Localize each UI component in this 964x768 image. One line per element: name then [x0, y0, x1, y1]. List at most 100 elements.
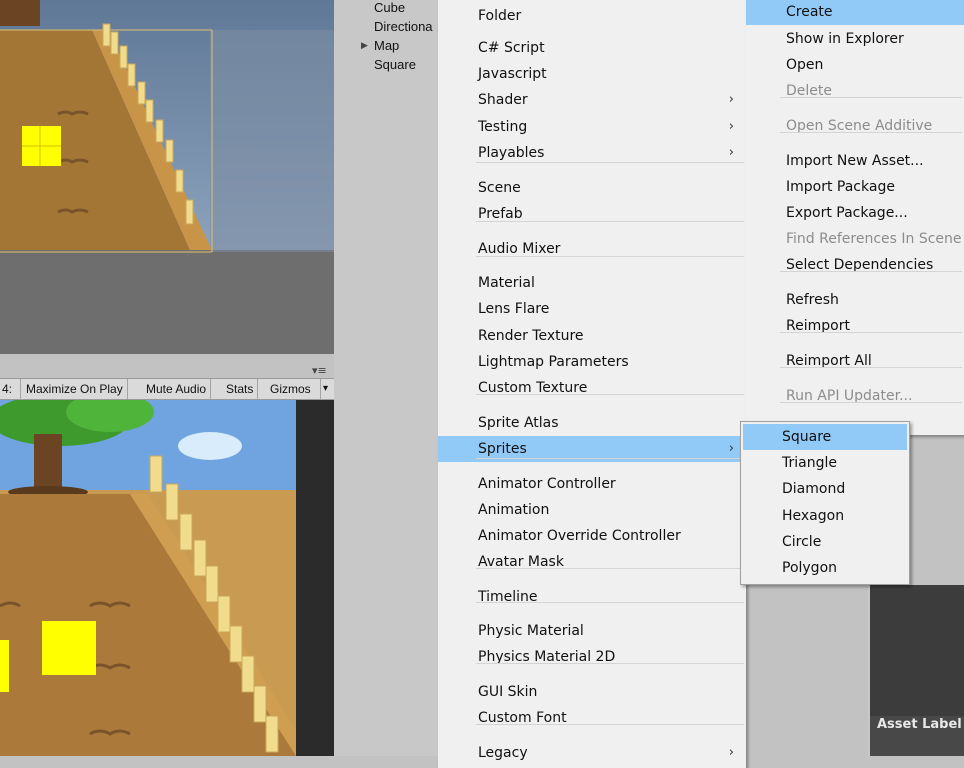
menu-item-lightmap-parameters[interactable]: Lightmap Parameters: [438, 349, 746, 375]
triangle-right-icon[interactable]: ▶: [361, 41, 368, 51]
context-item-refresh[interactable]: Refresh: [746, 287, 964, 313]
menu-item-label: Custom Font: [478, 710, 567, 726]
menu-item-custom-texture[interactable]: Custom Texture: [438, 375, 746, 401]
gizmos-dropdown-icon[interactable]: ▾: [320, 379, 330, 399]
menu-separator: [476, 724, 744, 725]
context-item-reimport[interactable]: Reimport: [746, 313, 964, 339]
scene-view[interactable]: [0, 0, 334, 354]
menu-item-sprite-atlas[interactable]: Sprite Atlas: [438, 410, 746, 436]
sprite-item-label: Triangle: [782, 455, 837, 472]
hierarchy-item-map[interactable]: Map: [374, 38, 399, 53]
context-item-label: Find References In Scene: [786, 231, 962, 247]
menu-item-timeline[interactable]: Timeline: [438, 584, 746, 610]
stats-button[interactable]: Stats: [222, 379, 259, 399]
context-item-select-dependencies[interactable]: Select Dependencies: [746, 252, 964, 278]
menu-item-label: Lens Flare: [478, 301, 550, 317]
context-item-delete: Delete: [746, 78, 964, 104]
sprite-item-label: Polygon: [782, 560, 838, 576]
menu-item-gui-skin[interactable]: GUI Skin: [438, 679, 746, 705]
menu-item-label: Sprite Atlas: [478, 415, 559, 431]
menu-item-custom-font[interactable]: Custom Font: [438, 705, 746, 731]
menu-separator: [780, 271, 962, 272]
maximize-on-play-button[interactable]: Maximize On Play: [22, 379, 128, 399]
menu-item-avatar-mask[interactable]: Avatar Mask: [438, 549, 746, 575]
panel-divider: [0, 354, 334, 378]
menu-item-physic-material[interactable]: Physic Material: [438, 618, 746, 644]
menu-item-label: Audio Mixer: [478, 241, 561, 257]
sprite-item-hexagon[interactable]: Hexagon: [743, 503, 907, 529]
context-item-label: Select Dependencies: [786, 257, 934, 273]
menu-separator: [780, 132, 962, 133]
chevron-right-icon: ›: [728, 745, 734, 760]
game-view[interactable]: [0, 400, 334, 756]
context-item-show-in-explorer[interactable]: Show in Explorer: [746, 26, 964, 52]
menu-item-label: Animation: [478, 502, 550, 518]
menu-item-scene[interactable]: Scene: [438, 175, 746, 201]
sprite-item-triangle[interactable]: Triangle: [743, 450, 907, 476]
hierarchy-item-square[interactable]: Square: [374, 57, 416, 72]
menu-item-audio-mixer[interactable]: Audio Mixer: [438, 236, 746, 262]
context-item-import-package[interactable]: Import Package: [746, 174, 964, 200]
panel-menu-icon[interactable]: ▾≡: [312, 364, 327, 377]
sprite-item-diamond[interactable]: Diamond: [743, 476, 907, 502]
menu-item-physics-material-2d[interactable]: Physics Material 2D: [438, 644, 746, 670]
menu-separator: [476, 568, 744, 569]
context-item-open[interactable]: Open: [746, 52, 964, 78]
menu-separator: [476, 663, 744, 664]
menu-item-animator-controller[interactable]: Animator Controller: [438, 471, 746, 497]
gizmos-button[interactable]: Gizmos: [266, 379, 315, 399]
mute-audio-button[interactable]: Mute Audio: [142, 379, 212, 399]
sprite-item-label: Diamond: [782, 481, 846, 498]
context-item-run-api-updater: Run API Updater...: [746, 383, 964, 409]
context-item-label: Open Scene Additive: [786, 118, 933, 134]
context-item-label: Run API Updater...: [786, 388, 913, 404]
menu-item-folder[interactable]: Folder: [438, 3, 746, 29]
sprite-item-circle[interactable]: Circle: [743, 529, 907, 555]
context-item-export-package[interactable]: Export Package...: [746, 200, 964, 226]
menu-item-legacy[interactable]: Legacy ›: [438, 740, 746, 766]
scene-illustration: [0, 0, 334, 354]
menu-item-label: Physic Material: [478, 623, 584, 639]
menu-item-prefab[interactable]: Prefab: [438, 201, 746, 227]
context-item-label: Import Package: [786, 179, 895, 195]
menu-item-label: Custom Texture: [478, 380, 588, 396]
menu-item-label: Javascript: [478, 66, 547, 82]
context-item-label: Import New Asset...: [786, 153, 924, 169]
context-item-reimport-all[interactable]: Reimport All: [746, 348, 964, 374]
create-submenu: Folder C# Script Javascript Shader › Testing ›…: [438, 0, 746, 768]
context-item-create[interactable]: Create: [746, 0, 964, 25]
menu-item-animator-override-controller[interactable]: Animator Override Controller: [438, 523, 746, 549]
menu-item-label: Scene: [478, 180, 521, 196]
context-item-label: Show in Explorer: [786, 31, 904, 47]
asset-preview-area: [870, 585, 964, 717]
menu-item-javascript[interactable]: Javascript: [438, 61, 746, 87]
chevron-right-icon: ›: [728, 119, 734, 134]
hierarchy-item-directional-light[interactable]: Directiona: [374, 19, 433, 34]
menu-separator: [780, 97, 962, 98]
menu-item-lens-flare[interactable]: Lens Flare: [438, 296, 746, 322]
sprite-item-square[interactable]: Square: [743, 424, 907, 450]
context-item-import-new-asset[interactable]: Import New Asset...: [746, 148, 964, 174]
menu-item-label: Folder: [478, 8, 522, 24]
aspect-label[interactable]: 4:: [0, 379, 21, 399]
menu-item-material[interactable]: Material: [438, 270, 746, 296]
menu-item-label: Animator Controller: [478, 476, 616, 492]
menu-item-shader[interactable]: Shader ›: [438, 87, 746, 113]
chevron-right-icon: ›: [728, 92, 734, 107]
game-view-toolbar: 4: Maximize On Play Mute Audio Stats Giz…: [0, 378, 334, 400]
sprite-item-label: Square: [782, 429, 832, 445]
hierarchy-panel: Cube Directiona ▶ Map Square: [334, 0, 438, 756]
menu-item-label: Shader: [478, 92, 528, 108]
menu-item-label: Lightmap Parameters: [478, 354, 629, 370]
menu-item-label: Animator Override Controller: [478, 528, 681, 544]
asset-labels-header: Asset Label: [870, 716, 964, 756]
context-item-find-references-in-scene: Find References In Scene: [746, 226, 964, 252]
sprite-item-polygon[interactable]: Polygon: [743, 555, 907, 581]
menu-item-testing[interactable]: Testing ›: [438, 114, 746, 140]
menu-item-c-script[interactable]: C# Script: [438, 35, 746, 61]
menu-item-animation[interactable]: Animation: [438, 497, 746, 523]
hierarchy-item-cube[interactable]: Cube: [374, 0, 405, 15]
menu-item-render-texture[interactable]: Render Texture: [438, 323, 746, 349]
menu-separator: [476, 458, 744, 459]
asset-labels-title: Asset Label: [877, 717, 962, 732]
